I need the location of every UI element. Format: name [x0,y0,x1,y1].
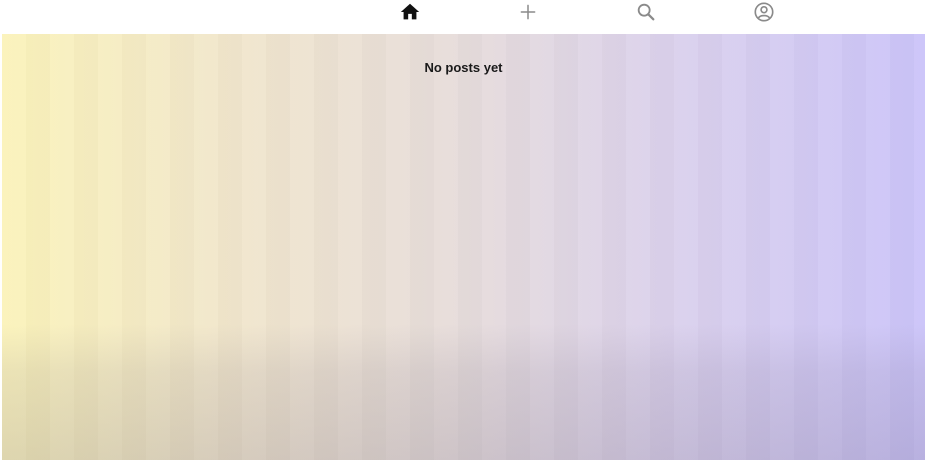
search-icon [635,1,657,23]
plus-icon [518,2,538,22]
feed-area[interactable]: No posts yet [2,34,925,460]
feed-background-texture [2,34,925,460]
nav-create-button[interactable] [508,0,548,24]
feed-bottom-shade [2,324,925,460]
nav-home-button[interactable] [390,0,430,24]
nav-profile-button[interactable] [744,0,784,24]
profile-icon [753,1,775,23]
top-navigation-bar [0,0,927,34]
home-icon [399,1,421,23]
empty-feed-message: No posts yet [424,60,503,75]
nav-search-button[interactable] [626,0,666,24]
